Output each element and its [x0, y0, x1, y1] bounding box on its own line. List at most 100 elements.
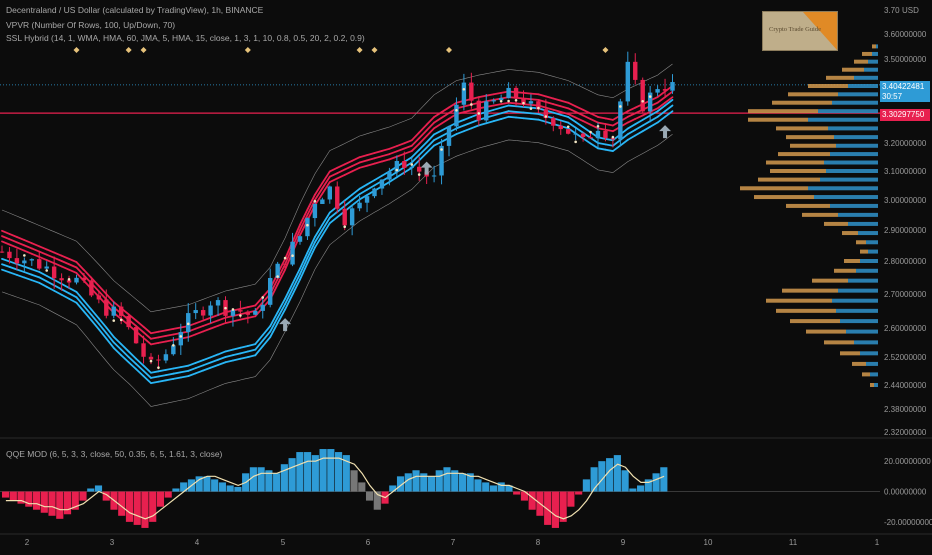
ssl-upper-band-segment [164, 327, 175, 332]
candle-body [193, 310, 198, 314]
ssl-upper-band-segment [38, 250, 48, 256]
chart-canvas[interactable]: 3.703.600000003.500000003.400000003.3000… [0, 0, 932, 550]
ssl-upper-band-segment [552, 103, 562, 108]
ssl-lower-band-segment [179, 364, 190, 368]
ssl-lower-band-segment [619, 138, 629, 147]
ssl-lower-band-segment [68, 292, 78, 299]
ssl-lower-band-segment [664, 104, 674, 113]
candle-body [349, 208, 355, 226]
ssl-lower-band-segment [8, 271, 18, 276]
ssl-lower-band-segment [246, 354, 257, 358]
qqe-bar [528, 491, 536, 510]
ssl-upper-band-segment [224, 315, 234, 319]
ssl-upper-band-segment [60, 265, 70, 271]
vpvr-down-bar [776, 126, 828, 131]
vpvr-down-bar [758, 177, 820, 182]
ssl-upper-band-segment [15, 246, 26, 252]
qqe-bar [48, 491, 56, 516]
vpvr-down-bar [754, 195, 814, 200]
trailing-stop-dot [522, 101, 525, 105]
ssl-upper-band-segment [30, 242, 41, 248]
qqe-bar [327, 449, 335, 492]
trailing-stop-dot [179, 335, 183, 338]
ssl-lower-band-segment [15, 274, 26, 279]
ssl-lower-band-segment [45, 280, 56, 287]
trailing-stop-dot [410, 163, 414, 166]
ssl-upper-band-segment [388, 155, 398, 161]
ssl-lower-band-segment [209, 364, 219, 369]
ssl-upper-band-segment [150, 342, 160, 346]
qqe-bar [79, 491, 87, 501]
ssl-lower-band-segment [53, 278, 63, 285]
ssl-hybrid-legend[interactable]: SSL Hybrid (14, 1, WMA, HMA, 60, JMA, 5,… [6, 33, 365, 43]
candle-body [476, 100, 481, 121]
ssl-lower-band-segment [507, 110, 517, 113]
ssl-lower-band-segment [224, 359, 234, 364]
ssl-lower-band-segment [53, 284, 63, 291]
ssl-upper-band-segment [373, 160, 383, 165]
trading-chart[interactable]: 3.703.600000003.500000003.400000003.3000… [0, 0, 932, 550]
y-tick-label: 2.80000000 [884, 257, 927, 266]
ssl-lower-band-segment [626, 123, 637, 130]
candle-body [148, 356, 154, 360]
signal-diamond [73, 47, 80, 53]
candle-body [603, 130, 608, 139]
vpvr-down-bar [748, 109, 818, 114]
buy-arrow-icon [420, 161, 433, 175]
vpvr-down-bar [834, 268, 856, 273]
y-tick-label: 3.50000000 [884, 55, 927, 64]
vpvr-up-bar [846, 329, 878, 334]
vpvr-up-bar [838, 92, 878, 97]
ssl-upper-band-segment [1, 235, 11, 241]
ssl-lower-band-segment [500, 104, 510, 109]
qqe-bar [118, 491, 126, 516]
ssl-upper-band-segment [68, 263, 78, 269]
vpvr-legend[interactable]: VPVR (Number Of Rows, 100, Up/Down, 70) [6, 20, 175, 30]
ssl-upper-band-segment [589, 112, 599, 118]
vpvr-down-bar [862, 372, 870, 377]
y-tick-label: 2.60000000 [884, 324, 927, 333]
ssl-lower-band-segment [150, 375, 160, 379]
ssl-lower-band-segment [455, 130, 465, 135]
candle-body [305, 218, 310, 237]
ssl-lower-band-segment [30, 273, 41, 279]
ssl-upper-band-segment [552, 97, 562, 102]
qqe-bar [575, 491, 583, 495]
ssl-lower-band-segment [246, 343, 257, 347]
ssl-upper-band-segment [343, 165, 354, 171]
ssl-lower-band-segment [656, 115, 666, 124]
ssl-lower-band-segment [604, 148, 614, 152]
current-price-value: 3.40422481 [882, 82, 925, 91]
ssl-upper-band-segment [403, 144, 413, 150]
qqe-bar [660, 467, 668, 492]
vpvr-up-bar [868, 59, 878, 64]
ssl-upper-band-segment [53, 251, 63, 257]
ssl-lower-band-segment [172, 371, 182, 375]
ssl-lower-band-segment [462, 121, 473, 127]
ssl-upper-band-segment [30, 252, 41, 258]
ssl-upper-band-segment [172, 326, 182, 330]
candle-body [573, 133, 578, 135]
candle-body [320, 199, 325, 204]
vpvr-down-bar [766, 298, 832, 303]
qqe-bar [40, 491, 48, 513]
qqe-mod-legend[interactable]: QQE MOD (6, 5, 3, 3, close, 50, 0.35, 6,… [6, 449, 222, 459]
trailing-stop-dot [641, 99, 644, 103]
ssl-lower-band-segment [343, 199, 354, 207]
candle-body [156, 359, 161, 361]
trailing-stop-dot [462, 87, 466, 91]
qqe-bar [358, 482, 366, 492]
ssl-lower-band-segment [157, 374, 167, 378]
ssl-lower-band-segment [224, 348, 234, 353]
candle-body [498, 98, 504, 101]
x-tick-label: 7 [451, 538, 456, 547]
ssl-lower-band-segment [500, 115, 510, 120]
candle-body [625, 61, 630, 102]
ssl-upper-band-segment [440, 117, 450, 125]
candle-body [178, 332, 183, 346]
ssl-upper-band-segment [157, 334, 167, 339]
ssl-upper-band-segment [664, 90, 674, 98]
ssl-upper-band-segment [366, 157, 376, 162]
ssl-lower-band-segment [373, 174, 383, 181]
candle-body [111, 306, 116, 316]
